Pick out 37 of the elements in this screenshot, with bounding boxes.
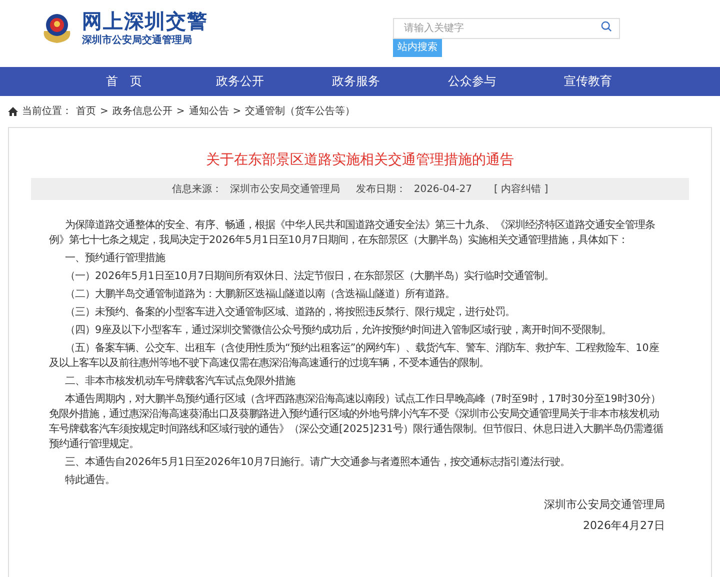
body-paragraph: 本通告周期内，对大鹏半岛预约通行区域（含坪西路惠深沿海高速以南段）试点工作日早晚高峰（7时至9时，17时30分至19时30分）免限外措施，通过惠深沿海高速葵涌出口及葵鹏路进入预约通行区域的外地号牌小汽车不受《深圳市公安局交通管理局关于非本市核发机动车号牌载客汽车须按规定时间路线和区域行驶的通告》（深公交通[2025]231号）限行通告限制。但节假日、休息日进入大鹏半岛仍需遵循预约通行管理规定。 — [49, 392, 664, 452]
search-icon[interactable] — [601, 21, 612, 32]
breadcrumb-link[interactable]: 首页 — [76, 104, 96, 118]
search-field[interactable]: 请输入关键字 — [393, 18, 620, 39]
breadcrumb-link[interactable]: 通知公告 — [188, 104, 229, 118]
article-title: 关于在东部景区道路实施相关交通管理措施的通告 — [205, 151, 515, 170]
nav-item[interactable]: 政务公开 — [182, 67, 298, 96]
nav-item[interactable]: 公众参与 — [414, 67, 530, 96]
signature-org: 深圳市公安局交通管理局 — [543, 497, 665, 513]
nav-item[interactable]: 宣传教育 — [530, 67, 646, 96]
site-subtitle: 深圳市公安局交通管理局 — [82, 34, 193, 48]
breadcrumb-label: 当前位置： — [22, 104, 72, 118]
source-label: 信息来源： — [172, 182, 222, 196]
site-title: 网上深圳交警 — [82, 8, 208, 34]
nav-item[interactable]: 首 页 — [66, 67, 182, 96]
signature-date: 2026年4月27日 — [582, 518, 665, 534]
body-paragraph: （三）未预约、备案的小型客车进入交通管制区域、道路的，将按照违反禁行、限行规定，进行处罚。 — [64, 305, 516, 320]
body-paragraph: 二、非本市核发机动车号牌载客汽车试点免限外措施 — [64, 374, 296, 389]
nav-item[interactable]: 政务服务 — [298, 67, 414, 96]
source-text: 深圳市公安局交通管理局 — [230, 182, 340, 196]
breadcrumb-link[interactable]: 交通管制（货车公告等） — [245, 104, 356, 118]
breadcrumb-separator: > — [232, 106, 242, 116]
body-paragraph: 一、预约通行管理措施 — [64, 251, 166, 266]
body-paragraph: 三、本通告自2026年5月1日至2026年10月7日施行。请广大交通参与者遵照本通告，按交通标志指引遵法行驶。 — [64, 455, 572, 470]
breadcrumb-separator: > — [100, 106, 108, 116]
body-paragraph: （四）9座及以下小型客车，通过深圳交警微信公众号预约成功后，允许按预约时间进入管制区域行驶，离开时间不受限制。 — [64, 323, 613, 338]
breadcrumb-separator: > — [176, 106, 185, 116]
body-paragraph: （一）2026年5月1日至10月7日期间所有双休日、法定节假日，在东部景区（大鹏半岛）实行临时交通管制。 — [64, 269, 555, 284]
body-paragraph: （五）备案车辆、公交车、出租车（含使用性质为“预约出租客运”的网约车）、载货汽车、警车、消防车、救护车、工程救险车、10座及以上客车以及前往惠州等地不驶下高速仅需在惠深沿海高速通行的过境车辆，不受本通告的限制。 — [49, 341, 660, 371]
breadcrumb-link[interactable]: 政务信息公开 — [112, 104, 172, 118]
body-paragraph: 为保障道路交通整体的安全、有序、畅通，根据《中华人民共和国道路交通安全法》第三十九条、《深圳经济特区道路交通安全管理条例》第七十七条之规定，我局决定于2026年5月1日至10月7日期间，在东部景区（大鹏半岛）实施相关交通管理措施，具体如下： — [49, 218, 656, 248]
home-icon — [8, 106, 18, 116]
feedback-link[interactable]: [ 内容纠错 ] — [494, 182, 548, 196]
body-paragraph: （二）大鹏半岛交通管制道路为：大鹏新区迭福山隧道以南（含迭福山隧道）所有道路。 — [64, 287, 456, 302]
date-label: 发布日期： — [356, 182, 406, 196]
body-paragraph: 特此通告。 — [64, 473, 116, 488]
date-text: 2026-04-27 — [414, 184, 472, 194]
